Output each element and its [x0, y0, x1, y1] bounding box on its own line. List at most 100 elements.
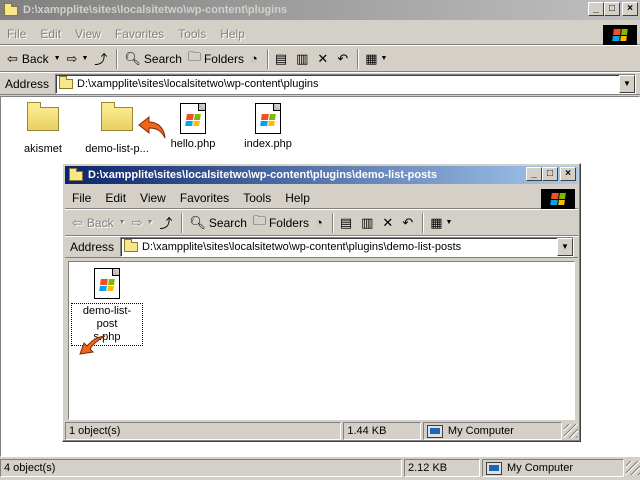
- address-value[interactable]: D:\xampplite\sites\localsitetwo\wp-conte…: [142, 241, 461, 253]
- cursor-arrow-icon: [138, 115, 166, 139]
- copy-to-icon: ▥: [296, 50, 309, 66]
- menu-tools[interactable]: Tools: [171, 27, 213, 41]
- close-button[interactable]: ×: [560, 167, 576, 181]
- my-computer-icon: [426, 424, 443, 438]
- history-icon: ◔: [249, 51, 258, 66]
- menu-view[interactable]: View: [68, 27, 108, 41]
- menu-favorites[interactable]: Favorites: [108, 27, 171, 41]
- views-button[interactable]: ▦ ▼: [362, 48, 390, 70]
- menu-help[interactable]: Help: [213, 27, 252, 41]
- up-folder-button[interactable]: ⤴: [156, 212, 178, 234]
- forward-button[interactable]: ⇨ ▼: [129, 212, 157, 234]
- search-icon: 🔍︎: [124, 50, 141, 66]
- minimize-button[interactable]: _: [588, 2, 604, 16]
- delete-button[interactable]: ✕: [314, 48, 334, 70]
- views-button[interactable]: ▦ ▼: [427, 212, 455, 234]
- copy-to-icon: ▥: [361, 214, 374, 230]
- menu-favorites[interactable]: Favorites: [173, 191, 236, 205]
- delete-icon: ✕: [382, 214, 394, 230]
- item-label: demo-list-p...: [85, 143, 149, 155]
- status-object-count: 1 object(s): [65, 422, 342, 440]
- up-folder-button[interactable]: ⤴: [91, 48, 113, 70]
- search-button[interactable]: 🔍︎ Search: [121, 48, 185, 70]
- menu-edit[interactable]: Edit: [33, 27, 68, 41]
- menu-file[interactable]: File: [65, 191, 98, 205]
- address-label: Address: [5, 76, 50, 91]
- status-size: 2.12 KB: [404, 459, 480, 477]
- address-value[interactable]: D:\xampplite\sites\localsitetwo\wp-conte…: [77, 78, 319, 90]
- title-bar[interactable]: D:\xampplite\sites\localsitetwo\wp-conte…: [65, 166, 578, 184]
- copy-to-button[interactable]: ▥: [358, 212, 379, 234]
- folders-icon: 🗀: [187, 48, 201, 64]
- address-label: Address: [70, 239, 115, 254]
- folders-icon: 🗀: [252, 212, 266, 228]
- menu-file[interactable]: File: [0, 27, 33, 41]
- undo-button[interactable]: ↶: [399, 212, 419, 234]
- resize-grip[interactable]: [626, 461, 640, 475]
- item-label: index.php: [244, 138, 292, 150]
- address-field[interactable]: D:\xampplite\sites\localsitetwo\wp-conte…: [120, 236, 574, 257]
- back-arrow-icon: ⇦: [72, 214, 83, 230]
- views-icon: ▦: [430, 214, 443, 230]
- back-arrow-icon: ⇦: [7, 50, 18, 66]
- status-zone: My Computer: [422, 422, 563, 440]
- status-bar: 4 object(s) 2.12 KB My Computer: [0, 458, 640, 478]
- forward-button[interactable]: ⇨ ▼: [64, 48, 92, 70]
- delete-button[interactable]: ✕: [379, 212, 399, 234]
- address-dropdown-button[interactable]: ▼: [619, 74, 635, 93]
- windows-logo-icon: [541, 189, 575, 209]
- search-icon: 🔍︎: [189, 214, 206, 230]
- folder-icon: [101, 102, 133, 131]
- copy-to-button[interactable]: ▥: [293, 48, 314, 70]
- minimize-button[interactable]: _: [526, 167, 542, 181]
- move-to-button[interactable]: ▤: [272, 48, 293, 70]
- address-field[interactable]: D:\xampplite\sites\localsitetwo\wp-conte…: [55, 73, 636, 94]
- history-button[interactable]: ◔: [312, 212, 329, 234]
- address-dropdown-button[interactable]: ▼: [557, 237, 573, 256]
- undo-icon: ↶: [402, 214, 414, 230]
- menu-help[interactable]: Help: [278, 191, 317, 205]
- move-to-button[interactable]: ▤: [337, 212, 358, 234]
- windows-logo-icon: [603, 25, 637, 45]
- undo-icon: ↶: [337, 50, 349, 66]
- status-zone: My Computer: [482, 459, 624, 477]
- forward-arrow-icon: ⇨: [131, 214, 143, 230]
- menu-bar: File Edit View Favorites Tools Help: [0, 24, 640, 45]
- status-size: 1.44 KB: [343, 422, 421, 440]
- close-button[interactable]: ×: [622, 2, 638, 16]
- undo-button[interactable]: ↶: [334, 48, 354, 70]
- php-file-icon: [180, 103, 206, 134]
- toolbar: ⇦ Back ▼ ⇨ ▼ ⤴ 🔍︎ Search 🗀 Folders ◔ ▤ ▥ ✕ ↶ …: [65, 210, 578, 236]
- up-folder-icon: ⤴: [94, 52, 108, 67]
- list-item[interactable]: index.php: [232, 103, 304, 151]
- history-icon: ◔: [314, 215, 323, 230]
- file-view[interactable]: demo-list-post s.php: [68, 261, 575, 420]
- window-title: D:\xampplite\sites\localsitetwo\wp-conte…: [88, 169, 437, 181]
- menu-edit[interactable]: Edit: [98, 191, 133, 205]
- folder-icon: [124, 238, 139, 252]
- address-bar: Address D:\xampplite\sites\localsitetwo\…: [65, 236, 578, 258]
- up-folder-icon: ⤴: [159, 216, 173, 231]
- toolbar: ⇦ Back ▼ ⇨ ▼ ⤴ 🔍︎ Search 🗀 Folders ◔ ▤ ▥ ✕ ↶ …: [0, 46, 640, 72]
- back-button[interactable]: ⇦ Back ▼: [4, 48, 64, 70]
- my-computer-icon: [486, 461, 502, 475]
- item-label: akismet: [24, 143, 62, 155]
- folders-button[interactable]: 🗀 Folders: [185, 48, 247, 70]
- views-icon: ▦: [365, 50, 378, 66]
- search-button[interactable]: 🔍︎ Search: [186, 212, 250, 234]
- maximize-button[interactable]: □: [542, 167, 558, 181]
- menu-view[interactable]: View: [133, 191, 173, 205]
- list-item[interactable]: hello.php: [157, 103, 229, 151]
- status-object-count: 4 object(s): [0, 459, 402, 477]
- explorer-window-demo-list-posts: D:\xampplite\sites\localsitetwo\wp-conte…: [62, 163, 581, 442]
- resize-grip[interactable]: [564, 424, 579, 438]
- folders-button[interactable]: 🗀 Folders: [250, 212, 312, 234]
- menu-tools[interactable]: Tools: [236, 191, 278, 205]
- back-button[interactable]: ⇦ Back ▼: [69, 212, 129, 234]
- folder-icon: [59, 75, 74, 89]
- php-file-icon: [94, 268, 120, 299]
- history-button[interactable]: ◔: [247, 48, 264, 70]
- maximize-button[interactable]: □: [604, 2, 620, 16]
- title-bar[interactable]: D:\xampplite\sites\localsitetwo\wp-conte…: [0, 0, 640, 20]
- list-item[interactable]: akismet: [7, 101, 79, 156]
